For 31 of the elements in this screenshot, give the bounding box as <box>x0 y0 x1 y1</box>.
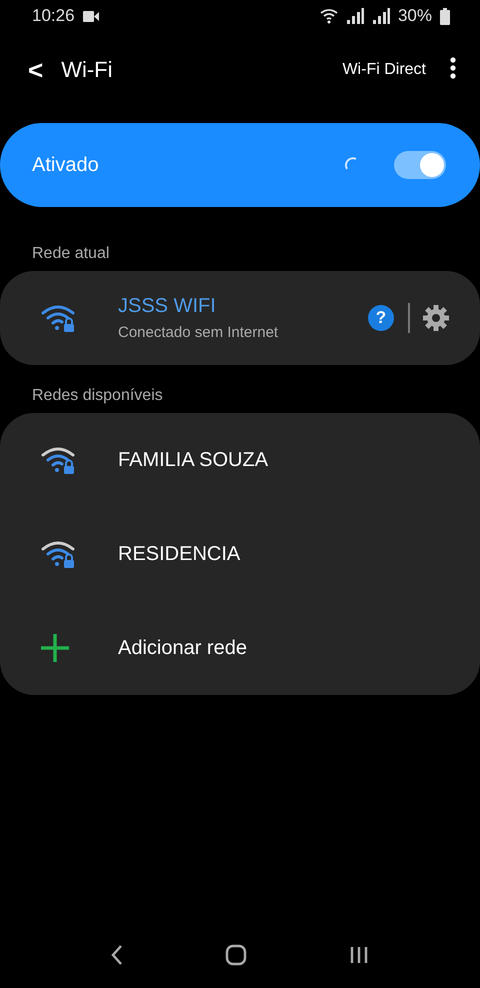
cell-signal-icon <box>372 8 390 24</box>
settings-icon[interactable] <box>422 304 450 332</box>
wifi-signal-icon <box>320 8 338 24</box>
current-network-item[interactable]: JSSS WIFI Conectado sem Internet ? <box>0 271 480 365</box>
page-title: Wi-Fi <box>61 57 112 83</box>
add-network-label: Adicionar rede <box>118 636 248 660</box>
wifi-lock-icon <box>40 445 76 475</box>
back-button[interactable]: < <box>28 54 44 86</box>
battery-icon <box>440 8 450 24</box>
network-name: JSSS WIFI <box>118 295 217 318</box>
help-button[interactable]: ? <box>368 305 394 331</box>
wifi-lock-icon <box>40 303 76 333</box>
network-item[interactable]: FAMILIA SOUZA <box>0 413 480 507</box>
battery-percent: 30% <box>398 6 432 26</box>
home-nav-icon[interactable] <box>224 944 247 966</box>
add-network-item[interactable]: Adicionar rede <box>0 601 480 695</box>
network-item[interactable]: RESIDENCIA <box>0 507 480 601</box>
network-name: FAMILIA SOUZA <box>118 448 270 472</box>
toggle-switch[interactable] <box>394 151 446 179</box>
network-status: Conectado sem Internet <box>118 324 280 341</box>
switch-label: Ativado <box>32 154 100 176</box>
wifi-lock-icon <box>40 539 76 569</box>
plus-icon <box>40 633 70 663</box>
wifi-direct-button[interactable]: Wi-Fi Direct <box>342 61 426 79</box>
network-name: RESIDENCIA <box>118 542 242 566</box>
back-nav-icon[interactable] <box>110 944 124 966</box>
clock-time: 10:26 <box>32 6 75 26</box>
video-camera-icon <box>82 10 99 22</box>
section-title: Redes disponíveis <box>32 387 163 405</box>
section-title: Rede atual <box>32 245 110 263</box>
cell-signal-icon <box>346 8 364 24</box>
